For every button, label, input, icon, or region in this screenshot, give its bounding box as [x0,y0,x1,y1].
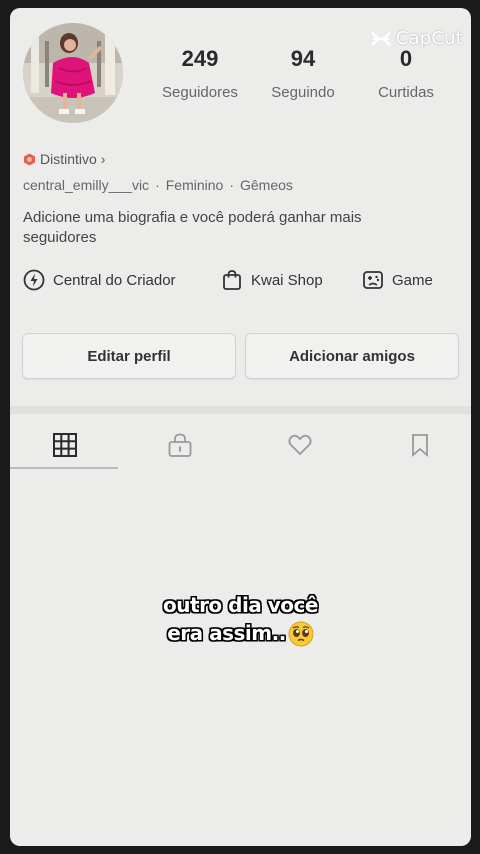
tab-saved[interactable] [365,428,471,462]
followers-stat[interactable]: 249 Seguidores [152,46,248,101]
username: central_emilly___vic [23,177,150,193]
separator: · [229,177,234,193]
following-stat[interactable]: 94 Seguindo [255,46,351,101]
zodiac-sign: Gêmeos [240,177,293,193]
tab-liked[interactable] [245,428,355,462]
game-shortcut[interactable]: Game [362,269,433,291]
shopping-bag-icon [223,270,241,290]
bio-prompt[interactable]: Adicione uma biografia e você poderá gan… [23,208,423,248]
capcut-logo-icon [370,31,391,46]
avatar-photo [23,23,123,123]
grid-icon [53,433,77,457]
caption-line-1: outro dia você [163,593,318,617]
kwai-shop-label: Kwai Shop [251,271,323,289]
pleading-face-emoji-icon [288,621,314,647]
profile-meta: central_emilly___vic · Feminino · Gêmeos [23,177,293,193]
gamepad-icon [363,271,383,289]
separator: · [155,177,160,193]
badge-link[interactable]: Distintivo › [23,151,105,167]
add-friends-button[interactable]: Adicionar amigos [245,333,459,379]
badge-icon [24,153,35,165]
followers-count: 249 [181,46,219,71]
likes-stat[interactable]: 0 Curtidas [358,46,454,101]
bookmark-icon [412,434,428,457]
creator-center-shortcut[interactable]: Central do Criador [23,269,176,291]
gender: Feminino [165,177,224,193]
video-caption: outro dia você era assim.. [10,591,471,647]
heart-icon [288,434,312,456]
chevron-right-icon: › [100,151,106,167]
badge-label: Distintivo [40,151,97,167]
tab-posts[interactable] [10,428,120,462]
caption-line-2: era assim.. [10,619,471,647]
lightning-icon [23,269,45,291]
likes-count: 0 [399,46,413,71]
caption-line-2-text: era assim.. [167,621,286,645]
section-divider [10,406,471,414]
likes-label: Curtidas [378,84,434,101]
profile-screen: CapCut 249 Seguidores 94 Seguindo 0 Curt… [10,8,471,846]
followers-label: Seguidores [162,84,238,101]
creator-center-label: Central do Criador [53,271,176,289]
kwai-shop-shortcut[interactable]: Kwai Shop [221,269,323,291]
avatar[interactable] [23,23,123,123]
edit-profile-button[interactable]: Editar perfil [22,333,236,379]
following-count: 94 [290,46,316,71]
lock-icon [168,433,192,457]
active-tab-indicator [10,467,118,469]
game-label: Game [392,271,433,289]
following-label: Seguindo [271,84,335,101]
tab-private[interactable] [125,428,235,462]
